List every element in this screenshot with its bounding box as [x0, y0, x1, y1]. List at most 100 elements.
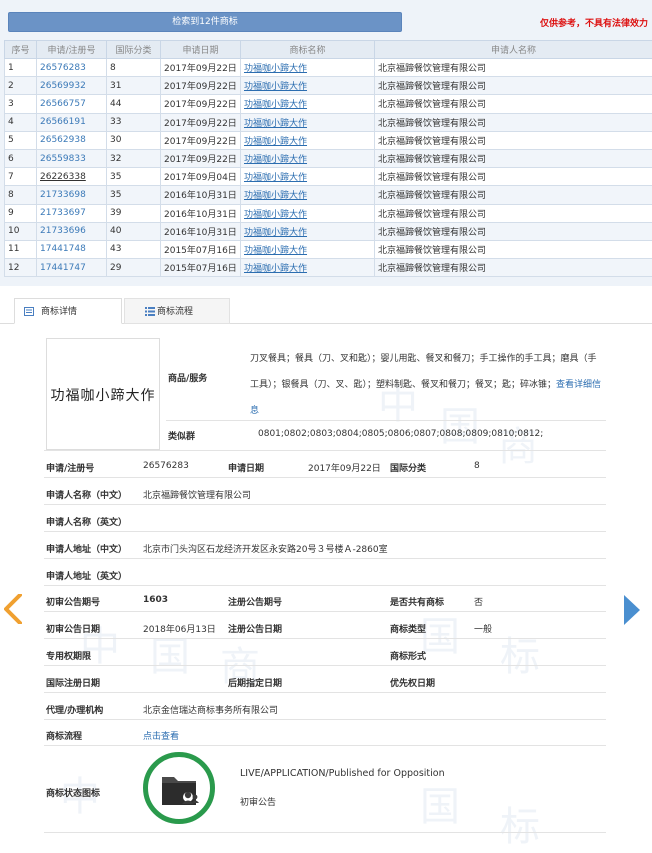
row-index: 2: [4, 76, 37, 96]
row-tm-name-link[interactable]: 功福咖小蹄大作: [240, 185, 375, 205]
trademark-detail-panel: 中 国 商 中 国 商 国 标 中 国 标 功福咖小蹄大作 商品/服务 刀叉餐具…: [0, 324, 652, 853]
row-reg-no[interactable]: 21733697: [36, 203, 107, 223]
table-row[interactable]: 3 26566757 44 2017年09月22日 功福咖小蹄大作 北京福蹄餐饮管理有限公…: [4, 94, 652, 114]
table-row[interactable]: 9 21733697 39 2016年10月31日 功福咖小蹄大作 北京福蹄餐饮管理有限公…: [4, 203, 652, 223]
row-applicant: 北京福蹄餐饮管理有限公司: [374, 203, 652, 223]
next-arrow-icon[interactable]: [622, 594, 642, 626]
row-reg-no[interactable]: 26566757: [36, 94, 107, 114]
divider: [44, 665, 606, 666]
divider: [44, 638, 606, 639]
tab-trademark-detail-label: 商标详情: [41, 307, 78, 317]
document-icon: [24, 307, 34, 316]
reg-no-label: 申请/注册号: [46, 464, 95, 474]
row-tm-name-link[interactable]: 功福咖小蹄大作: [240, 148, 375, 169]
divider: [44, 450, 606, 451]
list-icon: [145, 307, 155, 316]
tab-trademark-detail[interactable]: 商标详情: [14, 298, 122, 324]
divider: [44, 692, 606, 693]
pub-date-value: 2018年06月13日: [143, 625, 216, 635]
table-row[interactable]: 4 26566191 33 2017年09月22日 功福咖小蹄大作 北京福蹄餐饮管理有限公…: [4, 112, 652, 132]
address-cn-label: 申请人地址（中文）: [46, 545, 128, 555]
table-row[interactable]: 11 17441748 43 2015年07月16日 功福咖小蹄大作 北京福蹄餐饮管理有限…: [4, 239, 652, 260]
row-applicant: 北京福蹄餐饮管理有限公司: [374, 258, 652, 278]
row-reg-no[interactable]: 21733696: [36, 221, 107, 241]
row-applicant: 北京福蹄餐饮管理有限公司: [374, 112, 652, 132]
table-row[interactable]: 10 21733696 40 2016年10月31日 功福咖小蹄大作 北京福蹄餐饮管理有限…: [4, 221, 652, 241]
row-reg-no[interactable]: 17441748: [36, 239, 107, 260]
flow-view-link[interactable]: 点击查看: [143, 729, 179, 742]
row-tm-name-link[interactable]: 功福咖小蹄大作: [240, 57, 375, 78]
similar-group-value: 0801;0802;0803;0804;0805;0806;0807;0808;…: [258, 429, 544, 439]
row-tm-name-link[interactable]: 功福咖小蹄大作: [240, 258, 375, 278]
table-row[interactable]: 8 21733698 35 2016年10月31日 功福咖小蹄大作 北京福蹄餐饮管理有限公…: [4, 185, 652, 205]
applicant-cn-value: 北京福蹄餐饮管理有限公司: [143, 491, 252, 501]
row-app-date: 2017年09月22日: [160, 57, 241, 78]
divider: [44, 477, 606, 478]
row-reg-no[interactable]: 21733698: [36, 185, 107, 205]
divider: [44, 585, 606, 586]
app-date-label: 申请日期: [228, 464, 265, 474]
app-date-value: 2017年09月22日: [308, 464, 381, 474]
row-class: 33: [106, 112, 161, 132]
status-cn-text: 初审公告: [240, 798, 277, 808]
divider: [166, 420, 606, 421]
row-reg-no[interactable]: 26576283: [36, 57, 107, 78]
row-tm-name-link[interactable]: 功福咖小蹄大作: [240, 94, 375, 114]
table-row[interactable]: 2 26569932 31 2017年09月22日 功福咖小蹄大作 北京福蹄餐饮管理有限公…: [4, 76, 652, 96]
divider: [44, 719, 606, 720]
row-class: 32: [106, 148, 161, 169]
row-reg-no[interactable]: 26562938: [36, 130, 107, 150]
row-index: 11: [4, 239, 37, 260]
row-index: 3: [4, 94, 37, 114]
row-reg-no[interactable]: 26226338: [36, 167, 107, 187]
class-label: 国际分类: [390, 464, 427, 474]
exclusive-period-label: 专用权期限: [46, 652, 92, 662]
later-date-label: 后期指定日期: [228, 679, 283, 689]
row-reg-no[interactable]: 26566191: [36, 112, 107, 132]
shared-value: 否: [474, 598, 484, 608]
row-index: 7: [4, 167, 37, 187]
row-tm-name-link[interactable]: 功福咖小蹄大作: [240, 239, 375, 260]
table-row[interactable]: 12 17441747 29 2015年07月16日 功福咖小蹄大作 北京福蹄餐饮管理有限…: [4, 258, 652, 278]
row-index: 12: [4, 258, 37, 278]
goods-value: 刀叉餐具；餐具（刀、叉和匙）；婴儿用匙、餐叉和餐刀；手工操作的手工具；磨具（手工…: [250, 346, 602, 424]
col-header-index: 序号: [4, 40, 37, 59]
row-tm-name-link[interactable]: 功福咖小蹄大作: [240, 221, 375, 241]
status-icon-label: 商标状态图标: [46, 789, 101, 799]
row-index: 8: [4, 185, 37, 205]
row-applicant: 北京福蹄餐饮管理有限公司: [374, 76, 652, 96]
row-class: 29: [106, 258, 161, 278]
row-app-date: 2017年09月22日: [160, 76, 241, 96]
row-reg-no[interactable]: 26569932: [36, 76, 107, 96]
row-tm-name-link[interactable]: 功福咖小蹄大作: [240, 203, 375, 223]
row-tm-name-link[interactable]: 功福咖小蹄大作: [240, 130, 375, 150]
row-tm-name-link[interactable]: 功福咖小蹄大作: [240, 76, 375, 96]
tm-type-label: 商标类型: [390, 625, 427, 635]
previous-arrow-icon[interactable]: [4, 594, 22, 624]
table-header-row: 序号 申请/注册号 国际分类 申请日期 商标名称 申请人名称: [4, 40, 652, 59]
class-value: 8: [474, 461, 480, 471]
table-row[interactable]: 6 26559833 32 2017年09月22日 功福咖小蹄大作 北京福蹄餐饮管理有限公…: [4, 148, 652, 169]
table-row[interactable]: 1 26576283 8 2017年09月22日 功福咖小蹄大作 北京福蹄餐饮管理有限公司: [4, 57, 652, 78]
col-header-applicant: 申请人名称: [374, 40, 652, 59]
tm-type-value: 一般: [474, 625, 493, 635]
applicant-cn-label: 申请人名称（中文）: [46, 491, 128, 501]
col-header-date: 申请日期: [160, 40, 241, 59]
row-class: 40: [106, 221, 161, 241]
divider: [44, 558, 606, 559]
priority-date-label: 优先权日期: [390, 679, 436, 689]
row-app-date: 2017年09月22日: [160, 148, 241, 169]
similar-group-label: 类似群: [168, 432, 196, 442]
row-reg-no[interactable]: 26559833: [36, 148, 107, 169]
row-tm-name-link[interactable]: 功福咖小蹄大作: [240, 167, 375, 187]
tab-trademark-flow[interactable]: 商标流程: [124, 298, 230, 324]
row-applicant: 北京福蹄餐饮管理有限公司: [374, 94, 652, 114]
goods-text: 刀叉餐具；餐具（刀、叉和匙）；婴儿用匙、餐叉和餐刀；手工操作的手工具；磨具（手工…: [250, 354, 597, 390]
table-row[interactable]: 7 26226338 35 2017年09月04日 功福咖小蹄大作 北京福蹄餐饮管理有限公…: [4, 167, 652, 187]
reg-pub-date-label: 注册公告日期: [228, 625, 283, 635]
row-reg-no[interactable]: 17441747: [36, 258, 107, 278]
table-row[interactable]: 5 26562938 30 2017年09月22日 功福咖小蹄大作 北京福蹄餐饮管理有限公…: [4, 130, 652, 150]
row-tm-name-link[interactable]: 功福咖小蹄大作: [240, 112, 375, 132]
col-header-tm-name: 商标名称: [240, 40, 375, 59]
result-count-bar[interactable]: 检索到12件商标: [8, 12, 402, 32]
